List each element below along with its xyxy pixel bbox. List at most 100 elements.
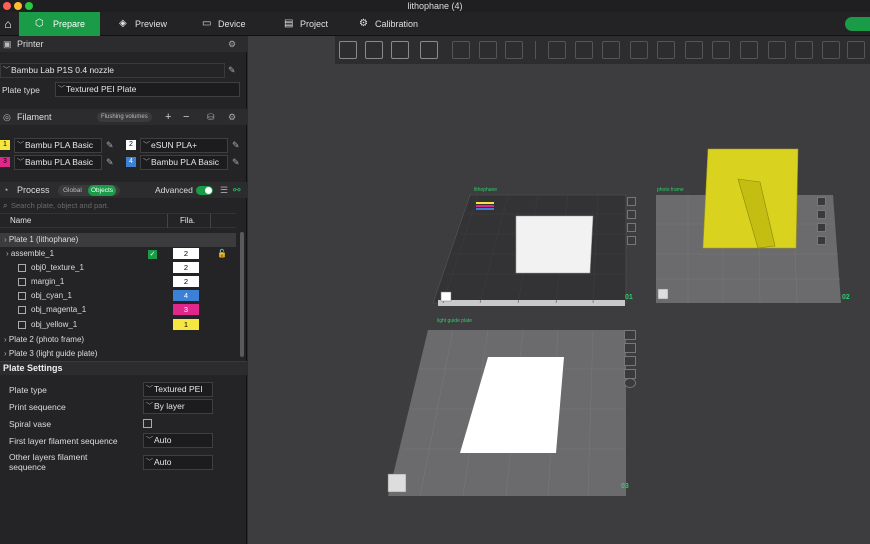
filament-slot-2-chip[interactable]: 2 <box>126 140 136 150</box>
layers-list-icon[interactable] <box>505 41 523 59</box>
toggle-objects-label[interactable]: Objects <box>88 185 117 196</box>
edit-filament-3-icon[interactable]: ✎ <box>106 156 114 168</box>
edit-filament-1-icon[interactable]: ✎ <box>106 139 114 151</box>
plate-3-settings-icon[interactable] <box>624 378 636 388</box>
plate-3-name[interactable]: light guide plate <box>437 318 472 324</box>
filament-slot-3-chip[interactable]: 3 <box>0 157 10 167</box>
lay-on-face-icon[interactable] <box>630 41 648 59</box>
filament-slot-1-select[interactable]: ﹀ Bambu PLA Basic <box>14 138 102 153</box>
rotate-icon[interactable] <box>575 41 593 59</box>
move-icon[interactable] <box>548 41 566 59</box>
edit-printer-icon[interactable]: ✎ <box>228 64 236 76</box>
spiral-vase-checkbox[interactable] <box>143 419 152 428</box>
printer-model-select[interactable]: ﹀ Bambu Lab P1S 0.4 nozzle <box>0 63 225 78</box>
edit-filament-4-icon[interactable]: ✎ <box>232 156 240 168</box>
text-emboss-icon[interactable] <box>768 41 786 59</box>
lock-icon[interactable]: 🔓 <box>217 247 227 261</box>
check-icon[interactable]: ✓ <box>148 250 157 259</box>
plate-2-lock-icon[interactable] <box>817 236 826 245</box>
tree-part-magenta[interactable]: obj_magenta_1 3 <box>0 303 236 317</box>
plate-3-orient-icon[interactable] <box>624 356 636 366</box>
seam-paint-icon[interactable] <box>740 41 758 59</box>
tree-object-assemble[interactable]: › assemble_1 ✓ 2 🔓 <box>0 247 236 261</box>
part-filament-box[interactable]: 2 <box>173 276 199 287</box>
tree-part-margin[interactable]: margin_1 2 <box>0 275 236 289</box>
photo-frame-model[interactable] <box>702 148 799 249</box>
filament-sync-icon[interactable]: ⛁ <box>207 109 215 125</box>
arrange-icon[interactable] <box>420 41 438 59</box>
tab-device[interactable]: ▭ Device <box>198 12 268 36</box>
copy-icon[interactable] <box>452 41 470 59</box>
filament-slot-1-chip[interactable]: 1 <box>0 140 10 150</box>
other-layers-sequence-select[interactable]: ﹀ Auto <box>143 455 213 470</box>
part-icon <box>18 278 26 286</box>
slice-dropdown-button[interactable] <box>845 17 870 31</box>
tab-calibration[interactable]: ⚙ Calibration <box>355 12 435 36</box>
mesh-boolean-icon[interactable] <box>685 41 703 59</box>
part-filament-box[interactable]: 3 <box>173 304 199 315</box>
assemble-filament-box[interactable]: 2 <box>173 248 199 259</box>
tree-part-yellow[interactable]: obj_yellow_1 1 <box>0 318 236 332</box>
tab-preview[interactable]: ◈ Preview <box>115 12 185 36</box>
measure-icon[interactable] <box>795 41 813 59</box>
filament-slot-3-select[interactable]: ﹀ Bambu PLA Basic <box>14 155 102 170</box>
filament-slot-4-select[interactable]: ﹀ Bambu PLA Basic <box>140 155 228 170</box>
tab-prepare[interactable]: ⬡ Prepare <box>19 12 100 36</box>
edit-filament-2-icon[interactable]: ✎ <box>232 139 240 151</box>
other-layers-sequence-value: Auto <box>154 457 172 467</box>
remove-filament-icon[interactable]: − <box>183 109 189 125</box>
tree-part-texture[interactable]: obj0_texture_1 2 <box>0 261 236 275</box>
plate-2-orient-icon[interactable] <box>817 223 826 232</box>
plate-1-name[interactable]: lithophane <box>474 187 497 193</box>
ps-plate-type-select[interactable]: ﹀ Textured PEI ... <box>143 382 213 407</box>
add-plate-icon[interactable] <box>365 41 383 59</box>
color-paint-icon[interactable] <box>847 41 865 59</box>
process-compare-icon[interactable]: ⚯ <box>233 182 241 198</box>
filament-settings-gear-icon[interactable]: ⚙ <box>228 109 236 125</box>
part-filament-box[interactable]: 2 <box>173 262 199 273</box>
auto-orient-icon[interactable] <box>391 41 409 59</box>
flushing-volumes-button[interactable]: Flushing volumes <box>97 112 152 122</box>
process-icon: ◔ <box>3 185 9 195</box>
tab-project[interactable]: ▤ Project <box>280 12 350 36</box>
plate-1-lock-icon[interactable] <box>627 236 636 245</box>
plate-1-close-icon[interactable] <box>627 197 636 206</box>
support-paint-icon[interactable] <box>712 41 730 59</box>
filament-slot-4-chip[interactable]: 4 <box>126 157 136 167</box>
tree-plate-2[interactable]: › Plate 2 (photo frame) <box>0 333 236 347</box>
add-object-icon[interactable] <box>339 41 357 59</box>
advanced-switch[interactable] <box>196 186 213 195</box>
plate-2-close-icon[interactable] <box>817 197 826 206</box>
column-name-header: Name <box>10 216 32 225</box>
plate-type-select[interactable]: ﹀ Textured PEI Plate <box>55 82 240 97</box>
plate-3-label: Plate 3 (light guide plate) <box>8 349 98 358</box>
scale-icon[interactable] <box>602 41 620 59</box>
plate-3-close-icon[interactable] <box>624 330 636 340</box>
tree-plate-3[interactable]: › Plate 3 (light guide plate) <box>0 347 236 361</box>
plate-2-name[interactable]: photo frame <box>657 187 684 193</box>
plate-1-orient-icon[interactable] <box>627 223 636 232</box>
tree-search-input[interactable]: Search plate, object and part. <box>11 201 109 210</box>
process-list-icon[interactable]: ☰ <box>220 182 228 198</box>
part-filament-box[interactable]: 1 <box>173 319 199 330</box>
print-sequence-label: Print sequence <box>9 402 66 412</box>
tree-part-cyan[interactable]: obj_cyan_1 4 <box>0 289 236 303</box>
cut-icon[interactable] <box>657 41 675 59</box>
print-sequence-select[interactable]: ﹀ By layer <box>143 399 213 414</box>
home-icon[interactable]: ⌂ <box>0 12 16 36</box>
tree-scrollbar[interactable] <box>240 232 244 357</box>
assembly-icon[interactable] <box>822 41 840 59</box>
cube-icon: ⬡ <box>35 18 44 29</box>
plate-3-arrange-icon[interactable] <box>624 343 636 353</box>
paste-icon[interactable] <box>479 41 497 59</box>
plate-1-arrange-icon[interactable] <box>627 210 636 219</box>
plate-2-arrange-icon[interactable] <box>817 210 826 219</box>
add-filament-icon[interactable]: + <box>165 109 171 125</box>
printer-settings-gear-icon[interactable]: ⚙ <box>228 36 236 52</box>
filament-slot-2-select[interactable]: ﹀ eSUN PLA+ <box>140 138 228 153</box>
part-filament-box[interactable]: 4 <box>173 290 199 301</box>
lithophane-model[interactable] <box>515 215 594 274</box>
tree-plate-1[interactable]: › Plate 1 (lithophane) <box>0 233 236 247</box>
toggle-global-label[interactable]: Global <box>63 185 82 196</box>
first-layer-sequence-select[interactable]: ﹀ Auto <box>143 433 213 448</box>
